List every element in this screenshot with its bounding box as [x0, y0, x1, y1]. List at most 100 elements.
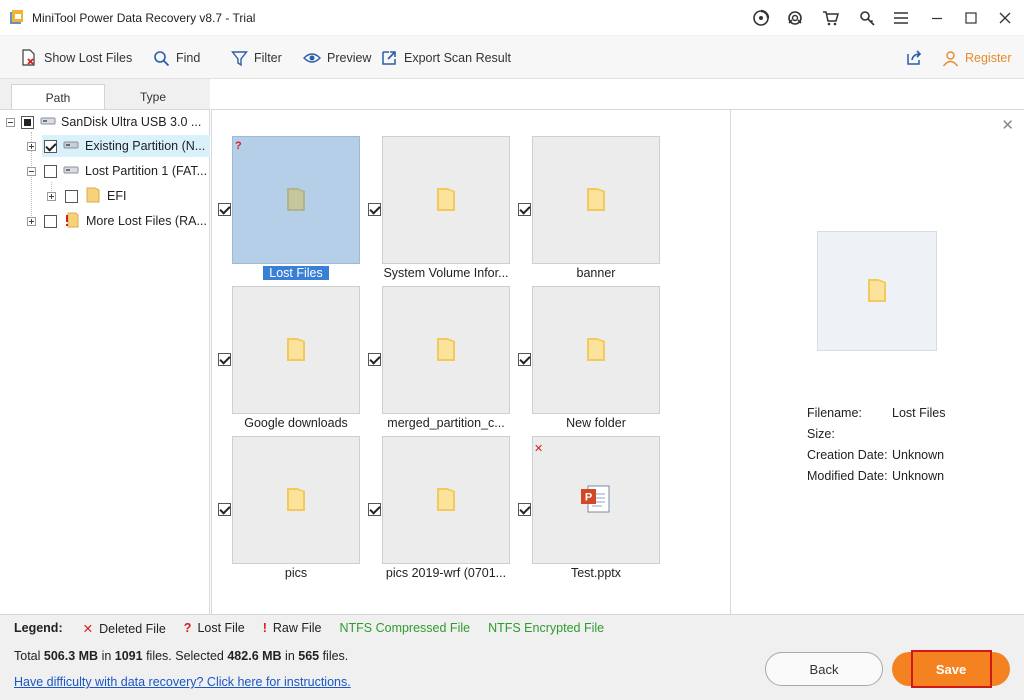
file-tile[interactable] [232, 136, 360, 264]
tree-item-lost-partition[interactable]: Lost Partition 1 (FAT... [42, 160, 210, 182]
expand-icon[interactable] [47, 192, 56, 201]
tree-checkbox[interactable] [21, 115, 34, 129]
export-scan-result-button[interactable]: Export Scan Result [380, 49, 511, 67]
file-tile[interactable] [382, 286, 510, 414]
share-icon [907, 50, 922, 65]
expand-icon[interactable] [27, 217, 36, 226]
file-name[interactable]: pics [221, 566, 371, 580]
tree-checkbox[interactable] [65, 189, 78, 203]
support-icon[interactable] [785, 8, 805, 28]
user-icon [942, 50, 959, 66]
file-name[interactable]: merged_partition_c... [371, 416, 521, 430]
cart-icon[interactable] [821, 8, 841, 28]
info-size: Size: [807, 427, 835, 441]
file-tile[interactable] [532, 286, 660, 414]
collapse-icon[interactable] [6, 117, 15, 127]
tree-item-root[interactable]: SanDisk Ultra USB 3.0 ... [6, 111, 210, 133]
folder-icon [285, 335, 307, 366]
file-checkbox[interactable] [368, 503, 381, 516]
tree-item-existing-partition[interactable]: Existing Partition (N... [42, 135, 210, 157]
directory-tree: SanDisk Ultra USB 3.0 ... Existing Parti… [0, 109, 210, 614]
tree-item-efi[interactable]: EFI [63, 185, 210, 207]
file-name[interactable]: System Volume Infor... [371, 266, 521, 280]
register-button[interactable]: Register [942, 49, 1012, 67]
search-icon [154, 50, 170, 66]
help-link[interactable]: Have difficulty with data recovery? Clic… [14, 675, 351, 689]
file-checkbox[interactable] [218, 203, 231, 216]
app-logo-icon [9, 9, 25, 25]
legend-deleted: ✕ Deleted File [82, 622, 166, 636]
find-label: Find [176, 51, 201, 65]
show-lost-files-icon [22, 49, 35, 66]
filter-button[interactable]: Filter [231, 49, 282, 67]
tree-checkbox[interactable] [44, 164, 57, 178]
legend-compressed: NTFS Compressed File [339, 621, 471, 635]
file-tile[interactable] [232, 286, 360, 414]
legend-encrypted: NTFS Encrypted File [488, 621, 605, 635]
back-button[interactable]: Back [765, 652, 883, 686]
svg-text:P: P [585, 491, 592, 503]
info-filename: Filename: Lost Files [807, 406, 946, 420]
file-tile[interactable] [232, 436, 360, 564]
file-tile[interactable] [532, 136, 660, 264]
file-checkbox[interactable] [368, 353, 381, 366]
raw-folder-icon [65, 212, 79, 231]
maximize-icon[interactable] [954, 0, 988, 36]
menu-icon[interactable] [891, 8, 911, 28]
file-name[interactable]: pics 2019-wrf (0701... [371, 566, 521, 580]
close-icon[interactable] [988, 0, 1022, 36]
file-name[interactable]: Google downloads [221, 416, 371, 430]
drive-icon [63, 139, 79, 154]
save-highlight-box [911, 650, 992, 688]
key-icon[interactable] [857, 8, 877, 28]
legend-label: Legend: [14, 621, 63, 635]
file-checkbox[interactable] [518, 503, 531, 516]
footer: Legend: ✕ Deleted File ? Lost File ! Raw Fi… [0, 614, 1024, 700]
share-button[interactable] [905, 49, 923, 67]
filter-icon [231, 50, 248, 66]
file-checkbox[interactable] [518, 203, 531, 216]
tab-path[interactable]: Path [11, 84, 105, 110]
powerpoint-file-icon: P [580, 484, 612, 517]
lost-file-marker: ? [235, 140, 242, 152]
legend: Legend: ✕ Deleted File ? Lost File ! Raw Fi… [14, 621, 622, 636]
folder-icon [585, 185, 607, 216]
tree-checkbox[interactable] [44, 214, 57, 228]
minimize-icon[interactable] [920, 0, 954, 36]
file-name[interactable]: banner [521, 266, 671, 280]
file-checkbox[interactable] [368, 203, 381, 216]
tree-item-more-lost-files[interactable]: More Lost Files (RA... [42, 210, 210, 232]
collapse-icon[interactable] [27, 167, 36, 176]
file-name[interactable]: New folder [521, 416, 671, 430]
file-tile[interactable] [382, 136, 510, 264]
file-checkbox[interactable] [218, 353, 231, 366]
file-name[interactable]: Lost Files [221, 266, 371, 280]
show-lost-files-button[interactable]: Show Lost Files [20, 49, 132, 67]
file-checkbox[interactable] [218, 503, 231, 516]
find-button[interactable]: Find [153, 49, 200, 67]
disc-icon[interactable] [751, 8, 771, 28]
file-tile[interactable]: P [532, 436, 660, 564]
register-label: Register [965, 51, 1012, 65]
tab-type[interactable]: Type [106, 84, 200, 110]
close-preview-icon[interactable]: ✕ [1001, 116, 1014, 134]
tree-item-label: Lost Partition 1 (FAT... [85, 164, 208, 178]
view-tabs: Path Type [0, 79, 210, 110]
usb-drive-icon [40, 115, 56, 130]
file-checkbox[interactable] [518, 353, 531, 366]
folder-icon [285, 485, 307, 516]
preview-button[interactable]: Preview [303, 49, 371, 67]
info-creation-date: Creation Date: Unknown [807, 448, 945, 462]
legend-raw: ! Raw File [262, 621, 322, 635]
preview-thumbnail [817, 231, 937, 351]
file-name[interactable]: Test.pptx [521, 566, 671, 580]
file-grid: ? Lost Files System Volume Infor... bann… [211, 109, 731, 614]
file-tile[interactable] [382, 436, 510, 564]
deleted-file-marker: ✕ [534, 443, 544, 455]
deleted-icon: ✕ [82, 622, 94, 636]
legend-lost: ? Lost File [183, 621, 245, 635]
expand-icon[interactable] [27, 142, 36, 151]
toolbar: Show Lost Files Find Filter Preview Expo… [0, 36, 1024, 79]
preview-panel: ✕ Filename: Lost Files Size: Creation Dat… [731, 109, 1024, 614]
tree-checkbox[interactable] [44, 139, 57, 153]
